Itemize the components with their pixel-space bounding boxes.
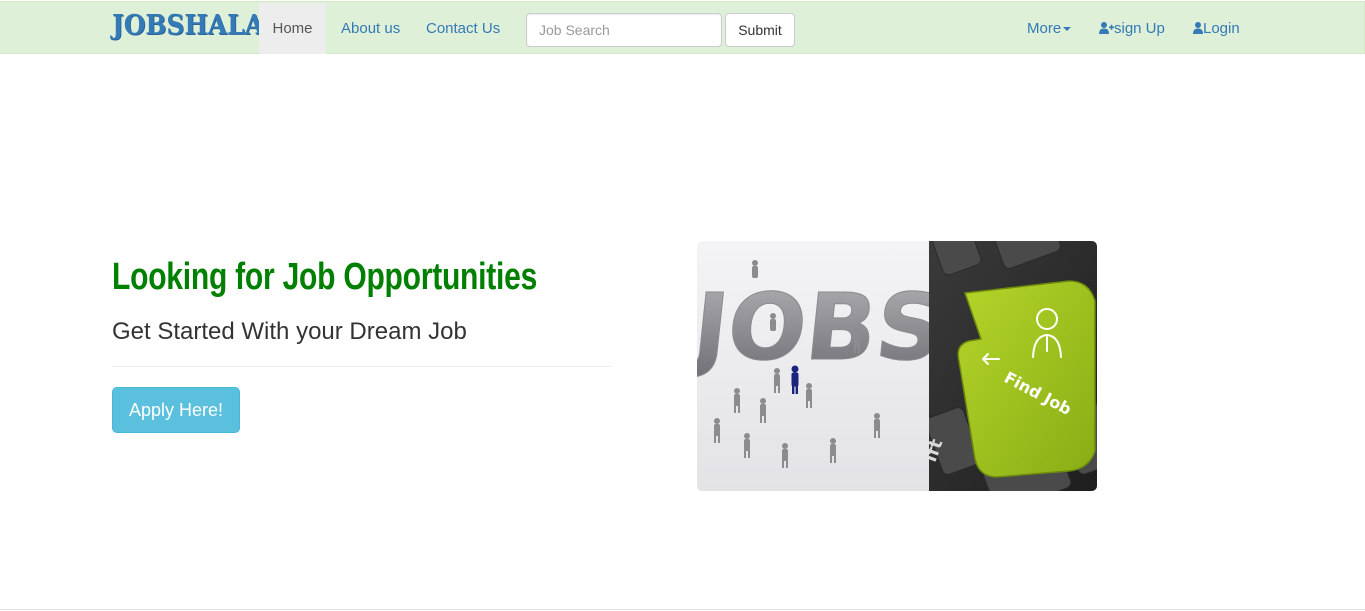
signup-label: sign Up: [1114, 20, 1165, 37]
user-plus-icon: [1099, 22, 1114, 34]
nav-home-link[interactable]: Home: [259, 3, 326, 54]
more-dropdown[interactable]: More: [1012, 3, 1086, 54]
apply-here-button[interactable]: Apply Here!: [112, 387, 240, 433]
login-label: Login: [1203, 20, 1240, 37]
bottom-divider: [0, 609, 1365, 610]
hero-subtitle: Get Started With your Dream Job: [112, 318, 467, 345]
jobs-text-art: JOBS: [697, 273, 948, 381]
more-label: More: [1027, 20, 1062, 37]
brand-logo[interactable]: JOBSHALA: [112, 10, 264, 41]
search-submit-button[interactable]: Submit: [725, 13, 795, 47]
hero-title: Looking for Job Opportunities: [112, 256, 538, 298]
signup-link[interactable]: sign Up: [1084, 3, 1180, 54]
jobs-hero-image: JOBS Find Job ift: [697, 241, 1097, 491]
job-search-input[interactable]: [526, 13, 722, 47]
hero-divider: [112, 366, 612, 367]
nav-about-link[interactable]: About us: [326, 3, 415, 54]
top-navbar: JOBSHALA Home About us Contact Us Submit…: [0, 1, 1365, 54]
login-link[interactable]: Login: [1178, 3, 1255, 54]
user-icon: [1193, 22, 1203, 34]
caret-down-icon: [1063, 27, 1072, 32]
nav-contact-link[interactable]: Contact Us: [411, 3, 515, 54]
